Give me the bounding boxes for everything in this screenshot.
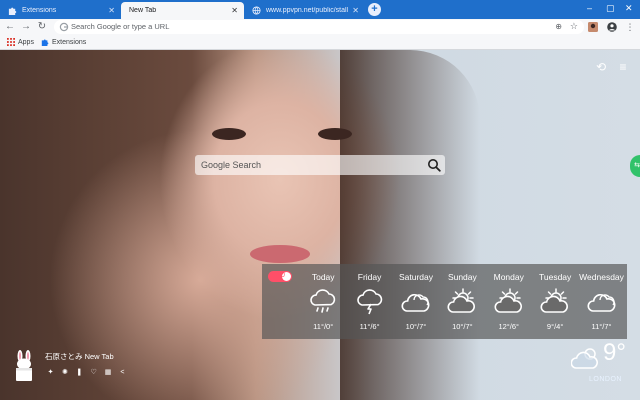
bookmark-label: Apps (18, 38, 34, 46)
bookmark-extensions[interactable]: Extensions (41, 38, 86, 46)
gallery-icon[interactable]: ▦ (103, 368, 114, 378)
extension-avatar-icon[interactable] (588, 22, 598, 32)
hamburger-menu-icon[interactable]: ≡ (616, 60, 630, 74)
partly-cloudy-icon (570, 346, 601, 370)
maximize-icon[interactable]: ▢ (606, 3, 615, 14)
forecast-day: Today 11°/0° (300, 272, 346, 331)
rain-cloud-icon (307, 287, 339, 317)
settings-icon[interactable]: ✺ (59, 368, 70, 378)
close-tab-icon[interactable]: ✕ (231, 6, 238, 15)
forecast-day-name: Sunday (447, 272, 477, 282)
share-icon[interactable]: < (117, 368, 128, 378)
bookmarks-bar: Apps Extensions (0, 35, 640, 50)
toggle-value: 0 (281, 272, 285, 279)
forecast-temp: 10°/7° (405, 322, 427, 331)
bookmark-apps[interactable]: Apps (7, 38, 34, 46)
forecast-temp: 11°/6° (359, 322, 380, 331)
tab-new-tab[interactable]: New Tab ✕ (121, 2, 244, 19)
globe-icon (252, 6, 261, 15)
kebab-menu-icon[interactable]: ⋮ (625, 22, 635, 32)
forecast-day-name: Saturday (398, 272, 433, 282)
forecast-day-name: Wednesday (579, 272, 624, 282)
brand-title: 石原さとみ New Tab (45, 352, 114, 361)
forecast-temp: 9°/4° (546, 322, 564, 331)
bookmark-icon[interactable]: ❚ (74, 368, 85, 378)
tab-extensions[interactable]: Extensions ✕ (0, 2, 121, 19)
current-temperature: 9° (603, 339, 626, 366)
background-photo-detail (250, 245, 310, 263)
puzzle-icon (8, 6, 17, 15)
forecast-temp: 11°/7° (591, 322, 612, 331)
forecast-day: Monday 12°/6° (486, 272, 532, 331)
forecast-day: Sunday 10°/7° (439, 272, 485, 331)
back-arrow-icon[interactable]: ← (4, 21, 16, 33)
search-icon[interactable] (427, 158, 441, 172)
weather-toggle[interactable]: 0 (268, 271, 292, 282)
close-tab-icon[interactable]: ✕ (108, 6, 115, 15)
bunny-logo-icon (12, 350, 36, 382)
puzzle-icon (41, 38, 49, 46)
forecast-day: Friday 11°/6° (346, 272, 392, 331)
forecast-day-name: Tuesday (539, 272, 572, 282)
tab-strip: Extensions ✕ New Tab ✕ www.ppvpn.net/pub… (0, 0, 640, 19)
forecast-temp: 10°/7° (452, 322, 473, 331)
forecast-day: Saturday 10°/7° (393, 272, 439, 331)
forecast-day: Tuesday 9°/4° (532, 272, 578, 331)
lens-target-icon[interactable]: ⊕ (555, 22, 562, 31)
forecast-day-name: Friday (357, 272, 382, 282)
profile-icon[interactable] (607, 22, 617, 32)
cloud-icon (400, 287, 432, 317)
google-search-box[interactable]: Google Search (195, 155, 445, 175)
forecast-day: Wednesday 11°/7° (578, 272, 624, 331)
thunder-cloud-icon (354, 287, 386, 317)
tab-title: www.ppvpn.net/public/stall/C (266, 7, 349, 14)
search-placeholder: Google Search (201, 160, 262, 170)
omnibox[interactable]: Search Google or type a URL ⊕ ☆ (54, 20, 584, 34)
bookmark-star-icon[interactable]: ☆ (570, 21, 578, 32)
forecast-day-name: Today (311, 272, 335, 282)
cloud-icon (586, 287, 618, 317)
minimize-icon[interactable]: – (587, 3, 592, 13)
google-g-icon (59, 22, 69, 32)
background-photo (340, 50, 480, 400)
close-tab-icon[interactable]: ✕ (352, 6, 359, 15)
tab-ppvpn[interactable]: www.ppvpn.net/public/stall/C ✕ (244, 2, 365, 19)
partly-sunny-icon (493, 287, 525, 317)
side-panel-tab[interactable]: ⇆ (630, 155, 640, 177)
background-photo-detail (318, 128, 352, 140)
forecast-temp: 11°/0° (313, 322, 334, 331)
weather-forecast-panel: 0 Today 11°/0° Friday 11°/6° Saturday 10… (262, 264, 627, 339)
tab-title: Extensions (22, 7, 57, 14)
new-tab-button[interactable]: + (368, 3, 381, 16)
omnibox-placeholder: Search Google or type a URL (71, 22, 170, 31)
forecast-days: Today 11°/0° Friday 11°/6° Saturday 10°/… (300, 272, 625, 331)
close-window-icon[interactable]: ✕ (625, 3, 633, 14)
background-photo-detail (212, 128, 246, 140)
partly-sunny-icon (446, 287, 478, 317)
reload-icon[interactable]: ↻ (36, 21, 48, 33)
forward-arrow-icon[interactable]: → (20, 21, 32, 33)
social-share-bar: ✦ ✺ ❚ ♡ ▦ < (45, 368, 131, 378)
partly-sunny-icon (539, 287, 571, 317)
bookmark-label: Extensions (52, 38, 87, 46)
forecast-temp: 12°/6° (498, 322, 520, 331)
new-tab-page: ⟲ ≡ ⇆ Google Search 0 Today 11°/0° Frida… (0, 50, 640, 400)
apps-grid-icon (7, 38, 15, 46)
forecast-day-name: Monday (493, 272, 524, 282)
pin-icon[interactable]: ✦ (45, 368, 56, 378)
current-location: LONDON (589, 376, 622, 383)
browser-toolbar: ← → ↻ Search Google or type a URL ⊕ ☆ ⋮ (0, 19, 640, 35)
heart-icon[interactable]: ♡ (88, 368, 99, 378)
history-icon[interactable]: ⟲ (594, 60, 608, 74)
tab-title: New Tab (129, 7, 157, 14)
